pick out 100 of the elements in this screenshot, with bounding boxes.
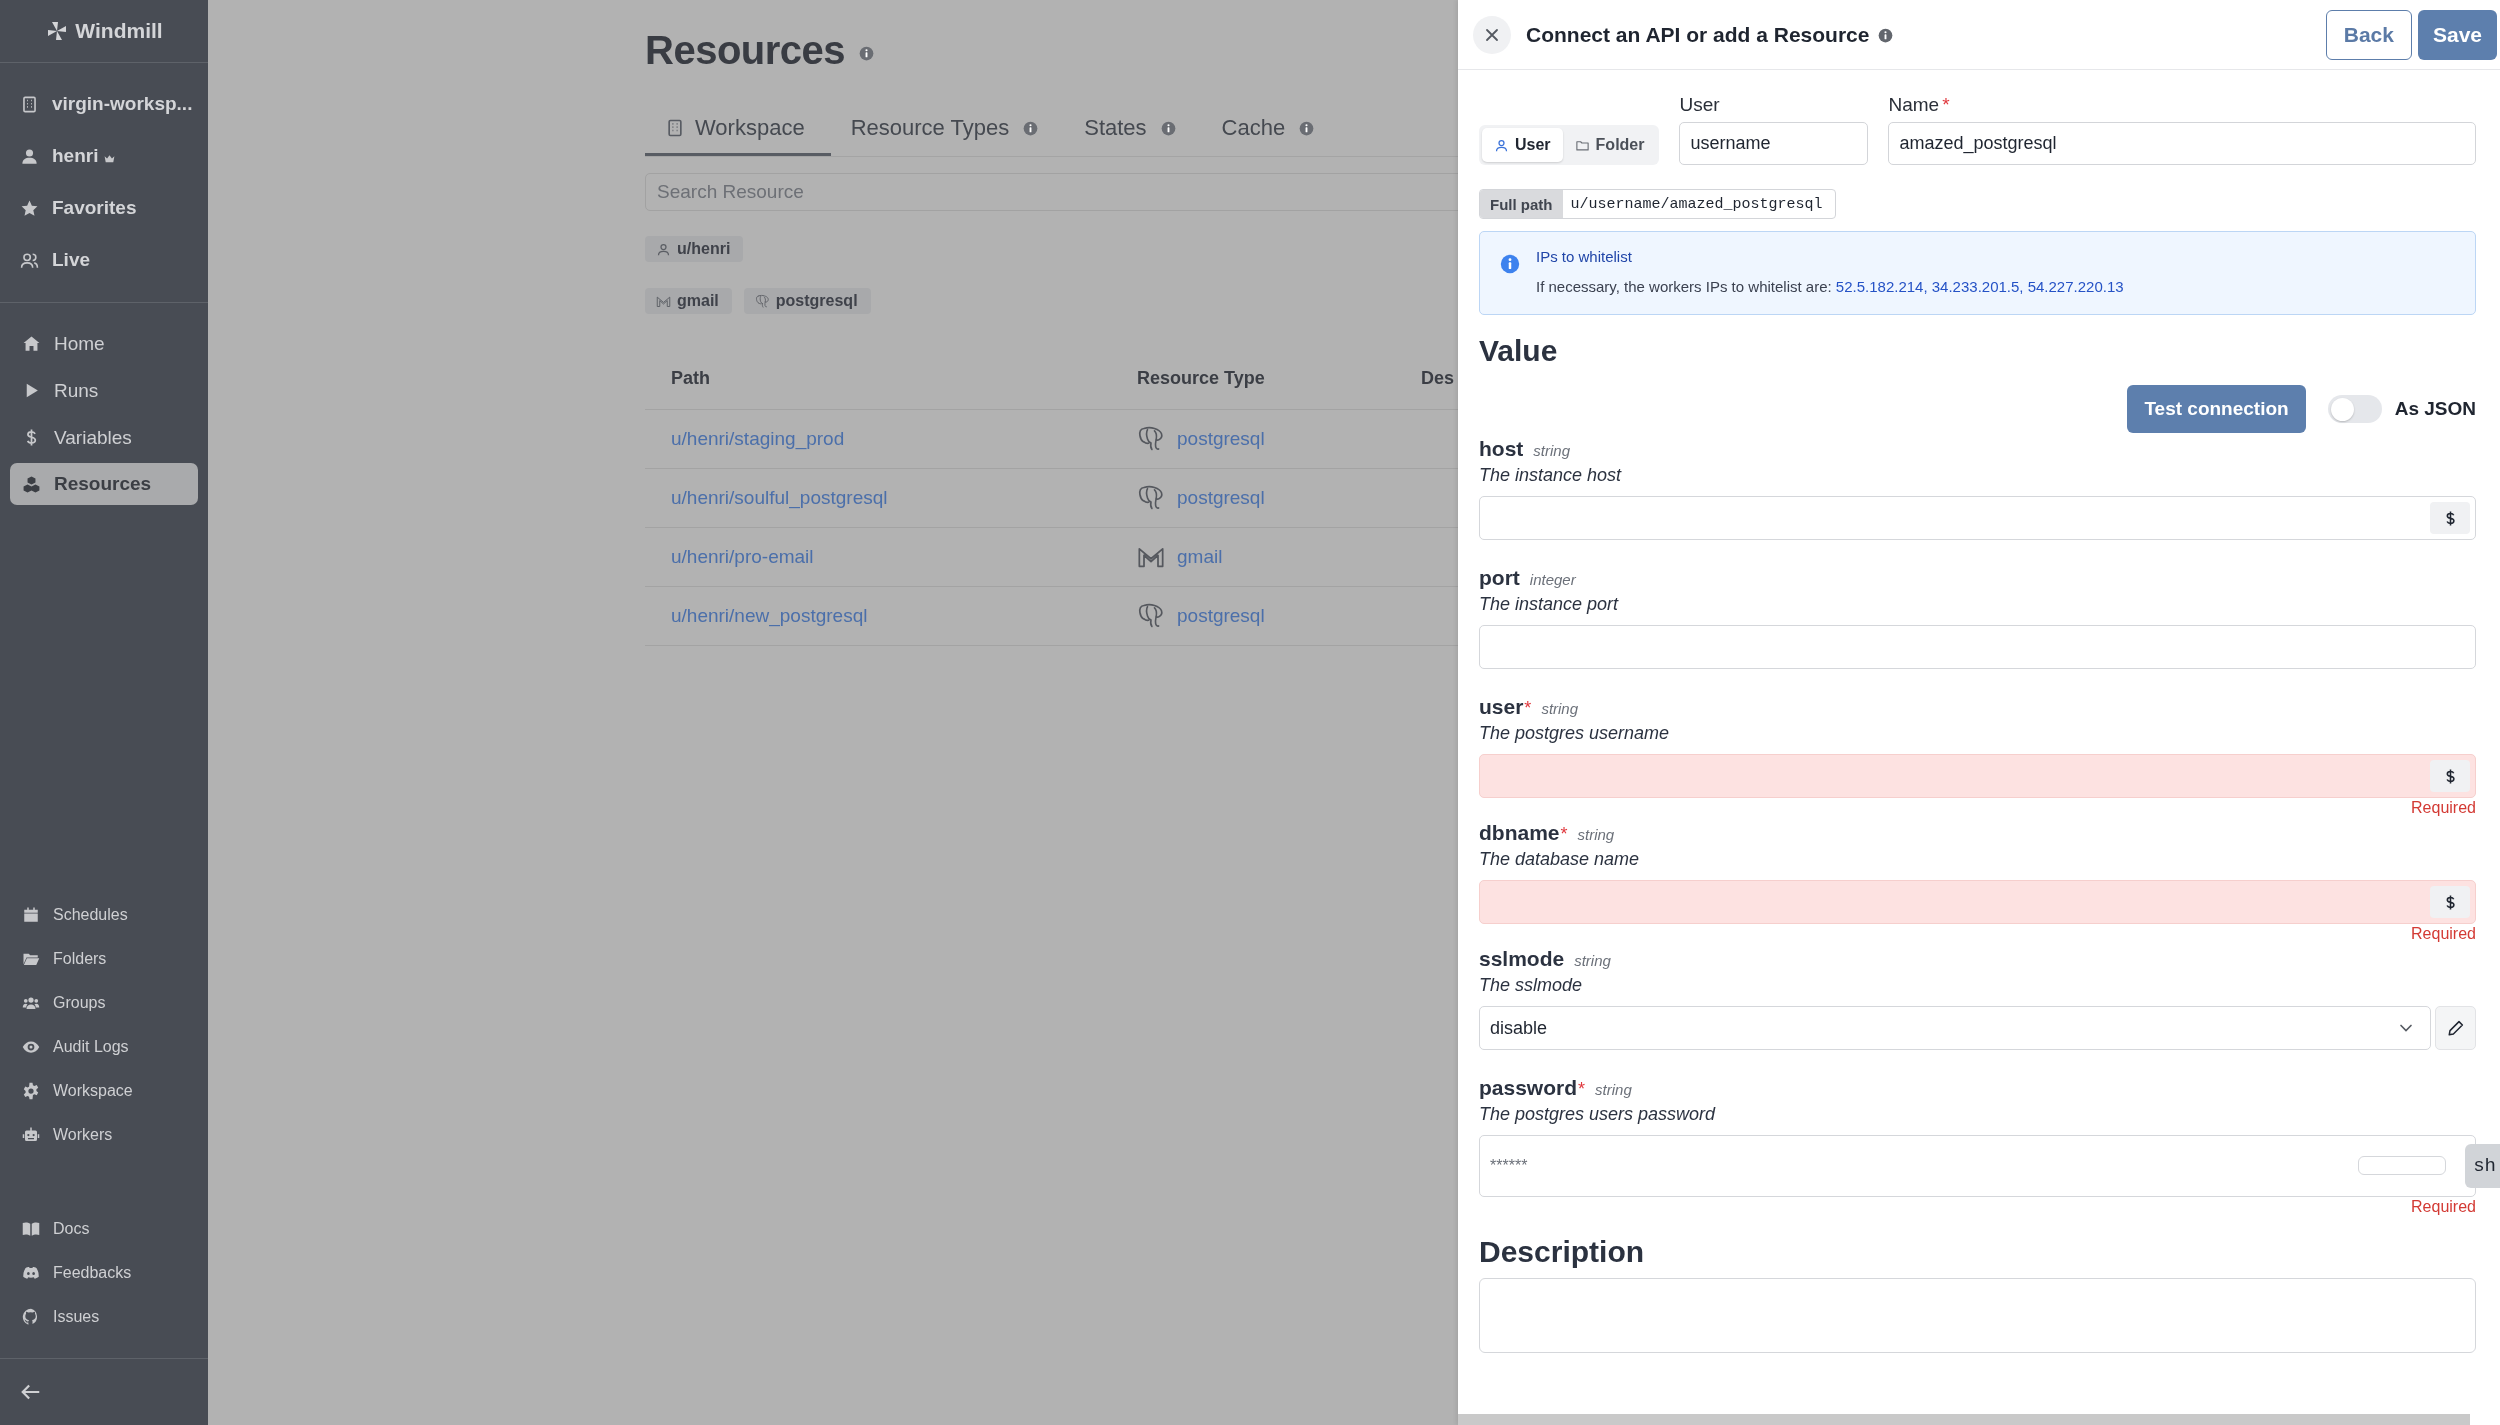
info-icon xyxy=(1500,254,1520,274)
home-icon xyxy=(22,334,41,353)
sidebar-item[interactable]: Workers xyxy=(10,1113,198,1157)
cubes-icon xyxy=(22,474,41,494)
star-icon xyxy=(20,198,39,218)
input-field[interactable] xyxy=(1479,754,2476,798)
required-mark: * xyxy=(1560,824,1568,845)
sidebar-item[interactable]: Feedbacks xyxy=(10,1251,198,1295)
github-icon xyxy=(22,1308,40,1326)
sidebar-item[interactable]: Variables xyxy=(10,414,198,461)
account-menu-item[interactable]: Favorites xyxy=(0,182,208,234)
user-icon xyxy=(20,146,39,166)
input-field[interactable] xyxy=(1479,880,2476,924)
column-header: Path xyxy=(671,367,710,389)
elephant-icon xyxy=(754,293,770,309)
group-icon xyxy=(22,994,40,1012)
show-button[interactable]: sh xyxy=(2465,1144,2500,1188)
error-message: Required xyxy=(2410,1197,2476,1217)
field-name: password xyxy=(1479,1076,1578,1100)
toggle-switch[interactable] xyxy=(2327,395,2382,423)
owner-kind-option[interactable]: User xyxy=(1482,128,1563,162)
calendar-icon xyxy=(22,906,40,924)
field-description: The postgres users password xyxy=(1479,1104,1717,1126)
section-heading: Description xyxy=(1479,1235,1646,1269)
sidebar-item[interactable]: Docs xyxy=(10,1207,198,1251)
field-type: string xyxy=(1541,700,1579,717)
info-icon xyxy=(1878,28,1894,43)
sidebar-item[interactable]: Issues xyxy=(10,1295,198,1339)
column-header: Des xyxy=(1421,367,1455,389)
section-heading: Value xyxy=(1479,334,1559,368)
building-icon xyxy=(20,94,39,114)
field-description: The sslmode xyxy=(1479,975,1584,997)
scrollbar[interactable] xyxy=(1458,1414,2470,1425)
user-field[interactable]: username xyxy=(1679,122,1869,165)
column-header: Resource Type xyxy=(1137,367,1265,389)
tab[interactable]: Cache xyxy=(1201,103,1341,156)
required-mark: * xyxy=(1524,698,1532,719)
field-name: sslmode xyxy=(1479,947,1565,971)
crown-icon xyxy=(103,152,117,165)
description-field[interactable] xyxy=(1479,1278,2476,1353)
edit-button[interactable] xyxy=(2435,1006,2476,1050)
variable-button[interactable] xyxy=(2430,886,2470,918)
tab[interactable]: States xyxy=(1064,103,1202,156)
password-field[interactable]: ****** xyxy=(1479,1135,2476,1197)
sidebar-item[interactable]: Home xyxy=(10,320,198,367)
filter-chip[interactable]: postgresql xyxy=(743,288,871,314)
sidebar-item[interactable]: Workspace xyxy=(10,1069,198,1113)
input-field[interactable] xyxy=(1479,496,2476,540)
account-menu-item[interactable]: virgin-worksp... xyxy=(0,78,208,130)
alert-text: If necessary, the workers IPs to whitelist are: 52.5.182.214, 34.233.201.5, 54.227.220.13 xyxy=(1536,278,2124,295)
field-type: string xyxy=(1595,1081,1632,1098)
field-description: The instance port xyxy=(1479,594,1620,616)
info-icon xyxy=(859,45,875,61)
filter-chip[interactable]: u/henri xyxy=(645,236,744,262)
elephant-icon xyxy=(1137,602,1165,630)
save-button[interactable]: Save xyxy=(2417,9,2497,60)
account-menu-item[interactable]: Live xyxy=(0,234,208,286)
account-menu-item[interactable]: henri xyxy=(0,130,208,182)
field-name: user xyxy=(1479,695,1524,719)
full-path-label: Full path xyxy=(1480,190,1563,218)
owner-kind-option[interactable]: Folder xyxy=(1562,128,1657,162)
app-logo[interactable]: Windmill xyxy=(75,19,163,43)
mini-input[interactable] xyxy=(2358,1156,2446,1175)
page-title: Resources xyxy=(645,27,846,73)
field-type: string xyxy=(1574,952,1611,969)
robot-icon xyxy=(22,1126,40,1144)
drawer-title: Connect an API or add a Resource xyxy=(1526,22,1870,47)
test-connection-button[interactable]: Test connection xyxy=(2127,385,2306,433)
user-icon xyxy=(1494,137,1509,153)
field-type: string xyxy=(1533,442,1570,459)
field-label: User xyxy=(1679,94,1720,115)
sidebar-item[interactable]: Folders xyxy=(10,937,198,981)
close-button[interactable] xyxy=(1473,15,1511,54)
sidebar-item[interactable]: Runs xyxy=(10,367,198,414)
sidebar-item[interactable]: Audit Logs xyxy=(10,1025,198,1069)
field-label: Name xyxy=(1888,94,1940,115)
field-description: The database name xyxy=(1479,849,1641,871)
search-field[interactable]: Search Resource xyxy=(645,173,1458,211)
field-name: port xyxy=(1479,566,1520,590)
select-field[interactable]: disable xyxy=(1479,1006,2431,1050)
input-field[interactable] xyxy=(1479,625,2476,669)
filter-chip[interactable]: gmail xyxy=(645,288,732,314)
variable-button[interactable] xyxy=(2430,760,2470,792)
elephant-icon xyxy=(1137,425,1165,453)
name-field[interactable]: amazed_postgresql xyxy=(1888,122,2476,165)
tab[interactable]: Resource Types xyxy=(830,103,1065,156)
alert-title: IPs to whitelist xyxy=(1536,248,1633,265)
field-description: The instance host xyxy=(1479,465,1623,487)
tab[interactable]: Workspace xyxy=(645,103,831,156)
required-mark: * xyxy=(1578,1079,1586,1100)
error-message: Required xyxy=(2410,798,2476,818)
sidebar-item[interactable]: Resources xyxy=(10,463,198,505)
back-button[interactable]: Back xyxy=(2325,9,2412,60)
book-icon xyxy=(22,1220,40,1238)
variable-button[interactable] xyxy=(2430,502,2470,534)
settings-icon xyxy=(22,1082,40,1100)
sidebar-item[interactable]: Groups xyxy=(10,981,198,1025)
sidebar-item[interactable]: Schedules xyxy=(10,893,198,937)
select-value: disable xyxy=(1490,1017,1548,1039)
error-message: Required xyxy=(2410,924,2476,944)
